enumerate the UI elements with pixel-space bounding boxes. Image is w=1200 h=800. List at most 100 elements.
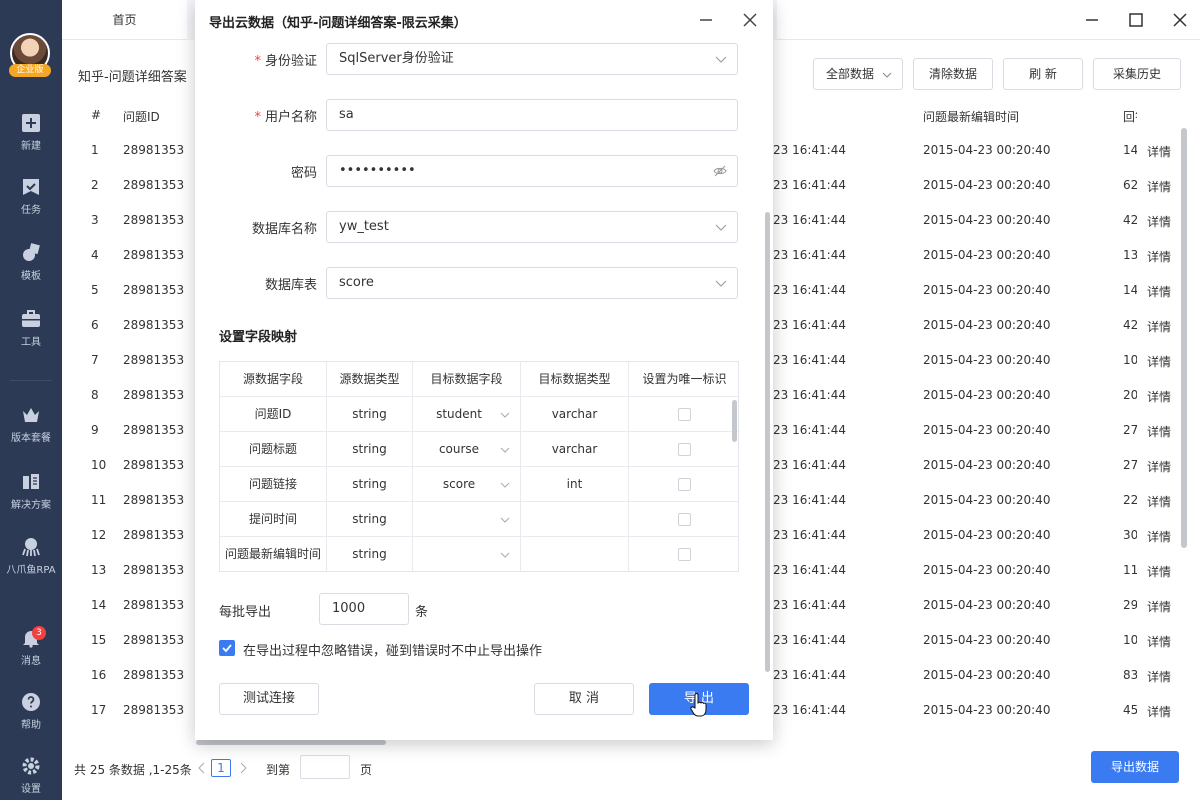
row-question-id: 28981353: [123, 703, 185, 717]
unique-id-checkbox[interactable]: [678, 478, 691, 491]
sidebar-item-task[interactable]: 任务: [0, 177, 62, 229]
mapping-source-field-text: 提问时间: [248, 512, 297, 526]
row-edit-time: 2015-04-23 00:20:40: [923, 458, 1051, 472]
unique-id-checkbox[interactable]: [678, 443, 691, 456]
row-detail-link[interactable]: 详情: [1147, 633, 1171, 650]
collect-history-button[interactable]: 采集历史: [1093, 58, 1181, 90]
password-field[interactable]: ••••••••••: [326, 155, 738, 187]
sidebar-item-template[interactable]: 模板: [0, 243, 62, 295]
row-detail-link[interactable]: 详情: [1147, 598, 1171, 615]
mapping-target-field[interactable]: student: [413, 397, 521, 432]
clear-data-button[interactable]: 清除数据: [913, 58, 993, 90]
enterprise-badge: 企业版: [9, 64, 51, 77]
mapping-target-field-text: score: [442, 477, 476, 491]
auth-select[interactable]: SqlServer身份验证: [326, 43, 738, 75]
row-detail-link[interactable]: 详情: [1147, 563, 1171, 580]
cancel-button[interactable]: 取 消: [534, 683, 634, 715]
row-detail-link[interactable]: 详情: [1147, 143, 1171, 160]
row-index: 17: [91, 703, 107, 717]
row-detail-link[interactable]: 详情: [1147, 458, 1171, 475]
mapping-source-type: string: [327, 537, 413, 571]
row-detail-link[interactable]: 详情: [1147, 528, 1171, 545]
sidebar-item-new[interactable]: 新建: [0, 113, 62, 165]
mapping-source-type-text: string: [352, 407, 387, 421]
octopus-icon: [22, 538, 40, 557]
unique-id-checkbox[interactable]: [678, 408, 691, 421]
ignore-errors-checkbox[interactable]: [219, 640, 235, 656]
row-collect-time: 23 16:41:44: [773, 213, 846, 227]
row-collect-time: 23 16:41:44: [773, 423, 846, 437]
row-edit-time: 2015-04-23 00:20:40: [923, 668, 1051, 682]
unique-id-checkbox[interactable]: [678, 548, 691, 561]
mapping-header-cell: 源数据字段: [220, 362, 327, 397]
chevron-down-icon: [500, 482, 510, 488]
mapping-target-field[interactable]: [413, 537, 521, 571]
table-vertical-scrollbar[interactable]: [1181, 128, 1187, 548]
close-icon[interactable]: [738, 8, 762, 32]
row-detail-link[interactable]: 详情: [1147, 703, 1171, 720]
mapping-scrollbar[interactable]: [732, 400, 737, 442]
username-field[interactable]: sa: [326, 99, 738, 131]
sidebar-item-messages[interactable]: 消息 3: [0, 626, 62, 680]
check-icon: [222, 644, 232, 653]
export-data-button[interactable]: 导出数据: [1091, 751, 1179, 783]
row-detail-link[interactable]: 详情: [1147, 493, 1171, 510]
sidebar-item-plans[interactable]: 版本套餐: [0, 405, 62, 457]
unique-id-checkbox[interactable]: [678, 513, 691, 526]
pager-current-page[interactable]: 1: [211, 759, 231, 777]
close-window-icon[interactable]: [1168, 8, 1192, 32]
mapping-source-field: 问题最新编辑时间: [220, 537, 327, 571]
refresh-button[interactable]: 刷 新: [1003, 58, 1083, 90]
row-detail-link[interactable]: 详情: [1147, 353, 1171, 370]
test-connection-button[interactable]: 测试连接: [219, 683, 319, 715]
mapping-target-field[interactable]: course: [413, 432, 521, 467]
sidebar-item-tools[interactable]: 工具: [0, 309, 62, 361]
crown-icon: [23, 408, 39, 422]
row-collect-time: 23 16:41:44: [773, 703, 846, 717]
all-data-dropdown[interactable]: 全部数据: [813, 58, 903, 90]
mapping-header-cell: 源数据类型: [327, 362, 413, 397]
batch-size-input[interactable]: 1000: [319, 593, 409, 625]
mapping-source-type-text: string: [352, 442, 387, 456]
eye-off-icon[interactable]: [713, 164, 727, 178]
mapping-target-field[interactable]: [413, 502, 521, 537]
minimize-icon[interactable]: [1080, 8, 1104, 32]
sidebar-item-settings[interactable]: 设置: [0, 756, 62, 800]
pager-goto-label: 到第: [266, 763, 291, 777]
row-detail-link[interactable]: 详情: [1147, 248, 1171, 265]
table-horizontal-scrollbar[interactable]: [196, 740, 386, 745]
help-icon: [22, 693, 40, 711]
row-question-id: 28981353: [123, 423, 185, 437]
dialog-scrollbar[interactable]: [765, 212, 770, 672]
tab-home[interactable]: 首页: [62, 0, 187, 40]
row-edit-time: 2015-04-23 00:20:40: [923, 318, 1051, 332]
mapping-target-type-text: varchar: [551, 442, 598, 456]
row-detail-link[interactable]: 详情: [1147, 318, 1171, 335]
row-detail-link[interactable]: 详情: [1147, 213, 1171, 230]
sidebar-item-rpa[interactable]: 八爪鱼RPA: [0, 537, 62, 589]
db-name-select[interactable]: yw_test: [326, 211, 738, 243]
row-edit-time: 2015-04-23 00:20:40: [923, 388, 1051, 402]
sidebar-item-label: 帮助: [21, 720, 41, 731]
minimize-icon[interactable]: [694, 8, 718, 32]
pager-goto-input[interactable]: [300, 755, 350, 779]
chevron-right-icon[interactable]: [238, 762, 248, 774]
db-table-select[interactable]: score: [326, 267, 738, 299]
row-collect-time: 23 16:41:44: [773, 668, 846, 682]
mapping-source-field-text: 问题链接: [248, 477, 297, 491]
maximize-icon[interactable]: [1124, 8, 1148, 32]
row-edit-time: 2015-04-23 00:20:40: [923, 563, 1051, 577]
row-detail-link[interactable]: 详情: [1147, 178, 1171, 195]
row-collect-time: 23 16:41:44: [773, 248, 846, 262]
row-index: 6: [91, 318, 99, 332]
sidebar-item-solutions[interactable]: 解决方案: [0, 472, 62, 524]
row-detail-link[interactable]: 详情: [1147, 423, 1171, 440]
row-detail-link[interactable]: 详情: [1147, 283, 1171, 300]
mapping-target-field[interactable]: score: [413, 467, 521, 502]
sidebar-item-help[interactable]: 帮助: [0, 692, 62, 744]
ignore-errors-label: 在导出过程中忽略错误，碰到错误时不中止导出操作: [243, 644, 543, 659]
row-detail-link[interactable]: 详情: [1147, 668, 1171, 685]
row-detail-link[interactable]: 详情: [1147, 388, 1171, 405]
chevron-left-icon[interactable]: [197, 762, 207, 774]
mapping-target-type: varchar: [521, 397, 629, 432]
